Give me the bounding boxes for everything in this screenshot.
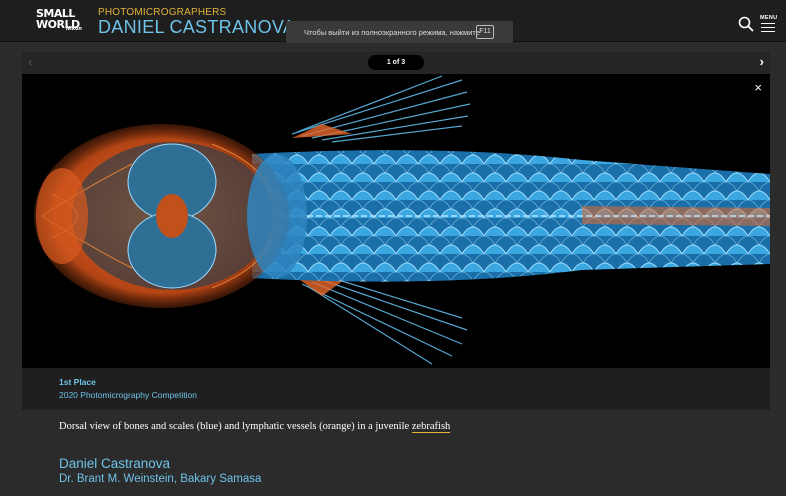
featured-image[interactable]: × — [22, 74, 770, 368]
award-place: 1st Place — [59, 377, 96, 387]
menu-button[interactable]: MENU — [760, 15, 778, 35]
photographer-name: Daniel Castranova — [59, 456, 171, 471]
fullscreen-notice: Чтобы выйти из полноэкранного режима, на… — [286, 21, 513, 43]
caption-text: Dorsal view of bones and scales (blue) a… — [59, 421, 412, 432]
small-world-logo[interactable]: SMALL WORLD Nikon — [36, 8, 82, 34]
close-icon[interactable]: × — [754, 80, 762, 95]
search-icon — [738, 16, 754, 32]
hamburger-icon — [761, 23, 775, 32]
award-competition: 2020 Photomicrography Competition — [59, 390, 197, 400]
page-title: DANIEL CASTRANOVA — [98, 17, 296, 37]
gallery-nav-bar: ‹ 1 of 3 › — [22, 52, 770, 74]
next-arrow-icon[interactable]: › — [760, 54, 764, 69]
zebrafish-link[interactable]: zebrafish — [411, 421, 451, 433]
fullscreen-notice-text: Чтобы выйти из полноэкранного режима, на… — [304, 28, 480, 37]
site-header: SMALL WORLD Nikon PHOTOMICROGRAPHERS DAN… — [0, 0, 786, 43]
award-info: 1st Place 2020 Photomicrography Competit… — [22, 368, 770, 410]
coauthors: Dr. Brant M. Weinstein, Bakary Samasa — [59, 473, 262, 485]
menu-label: MENU — [760, 15, 778, 21]
zebrafish-micrograph — [34, 75, 770, 365]
f11-key-badge: F11 — [476, 25, 494, 39]
image-counter: 1 of 3 — [368, 55, 424, 70]
search-button[interactable] — [738, 16, 754, 32]
prev-arrow-icon[interactable]: ‹ — [28, 54, 32, 69]
image-caption: Dorsal view of bones and scales (blue) a… — [59, 421, 451, 433]
